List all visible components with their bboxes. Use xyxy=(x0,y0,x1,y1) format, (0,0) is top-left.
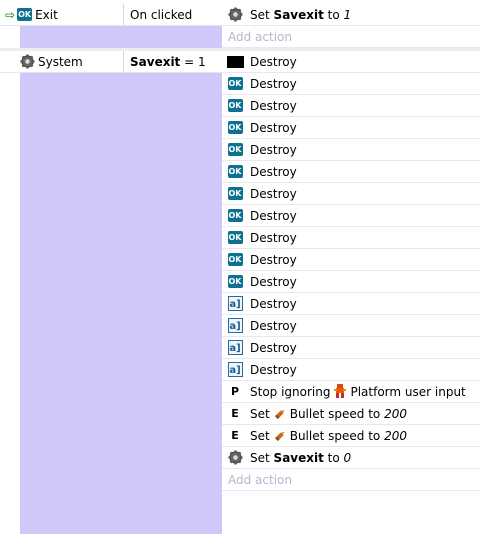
action-label: Destroy xyxy=(250,54,297,69)
action-text: to xyxy=(327,450,340,465)
action-row[interactable]: OK Destroy xyxy=(222,139,480,161)
event-block-exit[interactable]: ⇨ OK Exit On clicked Set Savexit to 1 Add… xyxy=(0,4,480,48)
action-label: Destroy xyxy=(250,76,297,91)
bullet-sprite-icon xyxy=(273,407,287,421)
action-label: Destroy xyxy=(250,208,297,223)
action-variable: Savexit xyxy=(273,7,324,22)
text-object-icon: a] xyxy=(226,295,244,313)
text-object-icon: a] xyxy=(226,317,244,335)
action-verb: Set xyxy=(250,7,270,22)
ok-button-icon: OK xyxy=(227,187,243,200)
action-value: 200 xyxy=(384,428,407,443)
action-verb: Stop ignoring xyxy=(250,384,331,399)
condition-object-name: System xyxy=(38,54,83,69)
action-row[interactable]: OK Destroy xyxy=(222,227,480,249)
ok-button-icon: OK xyxy=(17,8,33,21)
action-text: Bullet speed to xyxy=(289,428,381,443)
action-row[interactable]: OK Destroy xyxy=(222,73,480,95)
action-verb: Set xyxy=(250,450,270,465)
action-text: Platform user input xyxy=(350,384,466,399)
action-row[interactable]: Set Savexit to 1 xyxy=(222,4,480,26)
action-row[interactable]: a] Destroy xyxy=(222,293,480,315)
event-margin xyxy=(20,51,222,534)
action-row[interactable]: OK Destroy xyxy=(222,117,480,139)
condition-object-name: Exit xyxy=(35,7,58,22)
action-label: Destroy xyxy=(250,120,297,135)
text-object-icon: a] xyxy=(226,339,244,357)
ok-button-icon: OK xyxy=(227,143,243,156)
condition-object[interactable]: ⇨ OK Exit xyxy=(0,4,124,26)
condition-variable: Savexit xyxy=(130,54,181,69)
ok-button-icon: OK xyxy=(227,77,243,90)
event-block-system[interactable]: System Savexit = 1 Destroy OK Destroy OK Des… xyxy=(0,51,480,534)
action-label: Destroy xyxy=(250,230,297,245)
action-row[interactable]: a] Destroy xyxy=(222,337,480,359)
action-row[interactable]: E Set Bullet speed to 200 xyxy=(222,425,480,447)
condition-text[interactable]: On clicked xyxy=(124,4,222,26)
letter-e-icon: E xyxy=(231,407,239,420)
action-label: Destroy xyxy=(250,186,297,201)
action-row[interactable]: OK Destroy xyxy=(222,95,480,117)
condition-compare: = 1 xyxy=(184,54,206,69)
actions-list: Destroy OK Destroy OK Destroy OK Destroy OK Dest… xyxy=(222,51,480,491)
action-label: Destroy xyxy=(250,296,297,311)
action-value: 1 xyxy=(343,7,352,22)
black-box-icon xyxy=(226,53,244,71)
action-row[interactable]: a] Destroy xyxy=(222,315,480,337)
ok-button-icon: OK xyxy=(227,253,243,266)
gear-icon xyxy=(226,449,244,467)
action-row[interactable]: Destroy xyxy=(222,51,480,73)
action-label: Destroy xyxy=(250,340,297,355)
action-label: Destroy xyxy=(250,274,297,289)
text-object-icon: a] xyxy=(226,361,244,379)
condition-text[interactable]: Savexit = 1 xyxy=(124,51,222,73)
action-row[interactable]: a] Destroy xyxy=(222,359,480,381)
letter-p-icon: P xyxy=(230,385,240,398)
action-verb: Set xyxy=(250,428,270,443)
action-text: to xyxy=(327,7,340,22)
condition-label: On clicked xyxy=(130,7,193,22)
action-verb: Set xyxy=(250,406,270,421)
action-variable: Savexit xyxy=(273,450,324,465)
action-label: Destroy xyxy=(250,98,297,113)
action-row[interactable]: OK Destroy xyxy=(222,161,480,183)
action-row[interactable]: P Stop ignoring Platform user input xyxy=(222,381,480,403)
ok-button-icon: OK xyxy=(227,209,243,222)
action-label: Destroy xyxy=(250,318,297,333)
action-row[interactable]: OK Destroy xyxy=(222,249,480,271)
ok-button-icon: OK xyxy=(227,99,243,112)
gear-icon xyxy=(226,6,244,24)
add-action-link[interactable]: Add action xyxy=(222,26,480,48)
ok-button-icon: OK xyxy=(227,165,243,178)
action-label: Destroy xyxy=(250,362,297,377)
action-label: Destroy xyxy=(250,164,297,179)
ok-button-icon: OK xyxy=(227,121,243,134)
bullet-sprite-icon xyxy=(273,429,287,443)
action-row[interactable]: OK Destroy xyxy=(222,271,480,293)
action-label: Destroy xyxy=(250,252,297,267)
platform-sprite-icon xyxy=(333,384,347,399)
action-value: 0 xyxy=(343,450,352,465)
gear-icon xyxy=(20,54,35,69)
action-label: Destroy xyxy=(250,142,297,157)
condition-object[interactable]: System xyxy=(0,51,124,73)
action-text: Bullet speed to xyxy=(289,406,381,421)
ok-button-icon: OK xyxy=(227,275,243,288)
add-action-link[interactable]: Add action xyxy=(222,469,480,491)
letter-e-icon: E xyxy=(231,429,239,442)
action-row[interactable]: OK Destroy xyxy=(222,205,480,227)
action-value: 200 xyxy=(384,406,407,421)
actions-list: Set Savexit to 1 Add action xyxy=(222,4,480,48)
action-row[interactable]: Set Savexit to 0 xyxy=(222,447,480,469)
action-row[interactable]: OK Destroy xyxy=(222,183,480,205)
ok-button-icon: OK xyxy=(227,231,243,244)
trigger-arrow-icon: ⇨ xyxy=(5,7,16,22)
action-row[interactable]: E Set Bullet speed to 200 xyxy=(222,403,480,425)
